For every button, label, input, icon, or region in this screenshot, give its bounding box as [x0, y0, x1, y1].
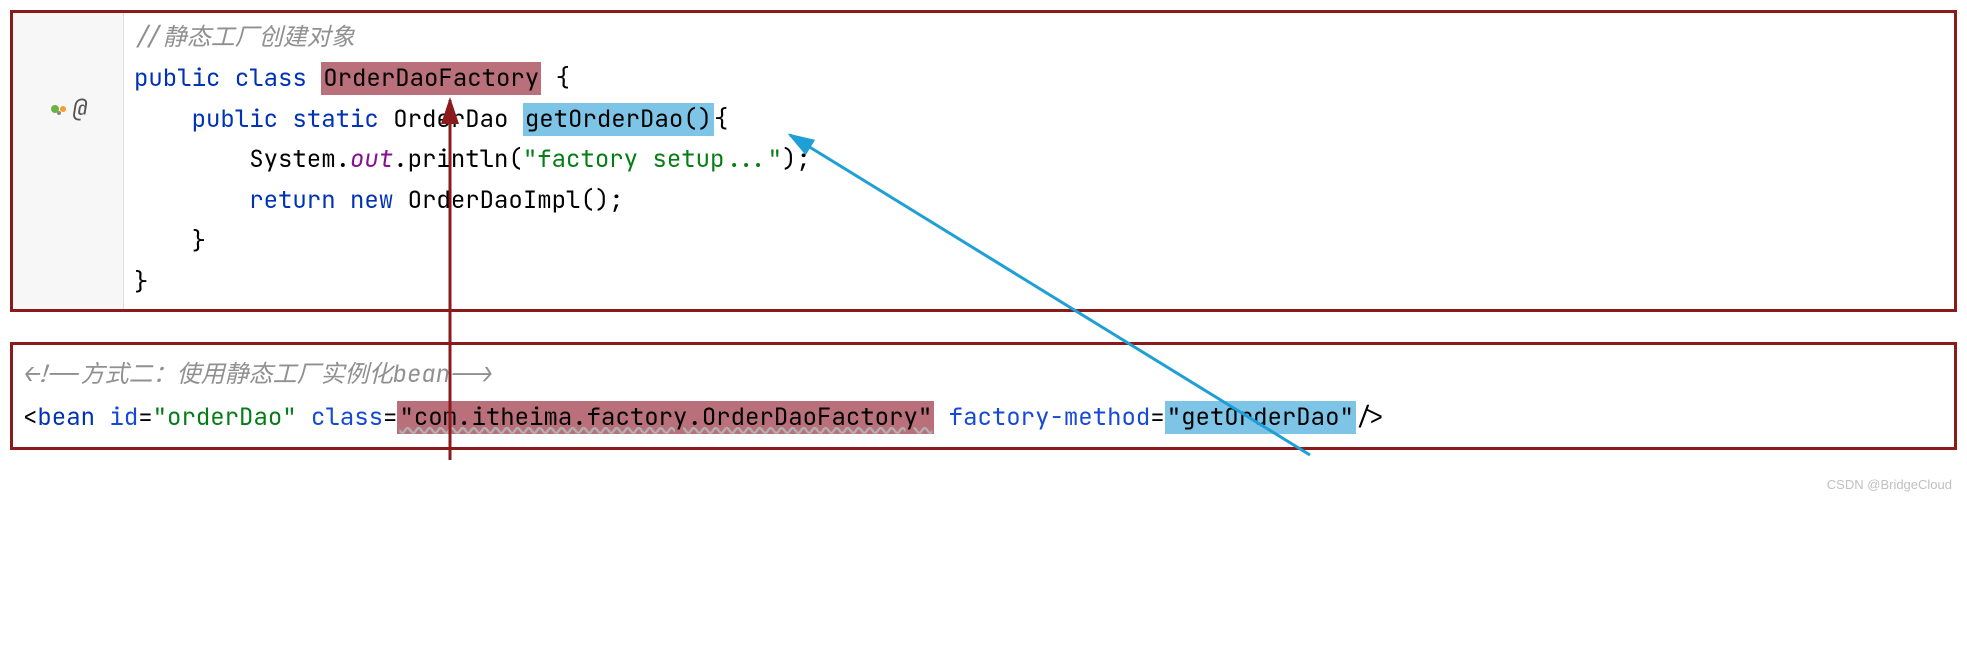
class-name-highlight: OrderDaoFactory: [321, 62, 541, 95]
string-literal: "factory setup...": [523, 144, 782, 175]
xml-comment: <!--方式二：使用静态工厂实例化bean-->: [23, 359, 493, 390]
val-id: "orderDao": [153, 402, 297, 433]
return-type: OrderDao: [393, 104, 508, 135]
watermark: CSDN @BridgeCloud: [1827, 477, 1952, 492]
out-field: out: [350, 144, 393, 175]
java-code-content: //静态工厂创建对象 public class OrderDaoFactory …: [124, 13, 1954, 309]
spring-bean-icon: [49, 99, 69, 119]
kw-class: class: [235, 63, 307, 94]
kw-return: return: [249, 185, 335, 216]
method-name-highlight: getOrderDao(): [523, 103, 714, 136]
kw-public: public: [134, 63, 220, 94]
kw-static: static: [292, 104, 378, 135]
editor-gutter: @: [13, 13, 124, 309]
gutter-at-symbol: @: [73, 93, 87, 124]
val-class-highlight: "com.itheima.factory.OrderDaoFactory": [397, 401, 934, 434]
kw-public2: public: [192, 104, 278, 135]
attr-id: id: [109, 402, 138, 433]
kw-new: new: [350, 185, 393, 216]
java-code-box: @ //静态工厂创建对象 public class OrderDaoFactor…: [10, 10, 1957, 312]
bean-tag: bean: [37, 402, 95, 433]
gutter-icons: @: [49, 93, 87, 124]
attr-class: class: [311, 402, 383, 433]
xml-code-content: <!--方式二：使用静态工厂实例化bean--> <bean id="order…: [13, 345, 1954, 447]
attr-factory-method: factory-method: [949, 402, 1151, 433]
java-comment: //静态工厂创建对象: [134, 22, 355, 53]
xml-code-box: <!--方式二：使用静态工厂实例化bean--> <bean id="order…: [10, 342, 1957, 450]
val-fm-highlight: "getOrderDao": [1165, 401, 1356, 434]
impl-ctor: OrderDaoImpl();: [408, 185, 624, 216]
